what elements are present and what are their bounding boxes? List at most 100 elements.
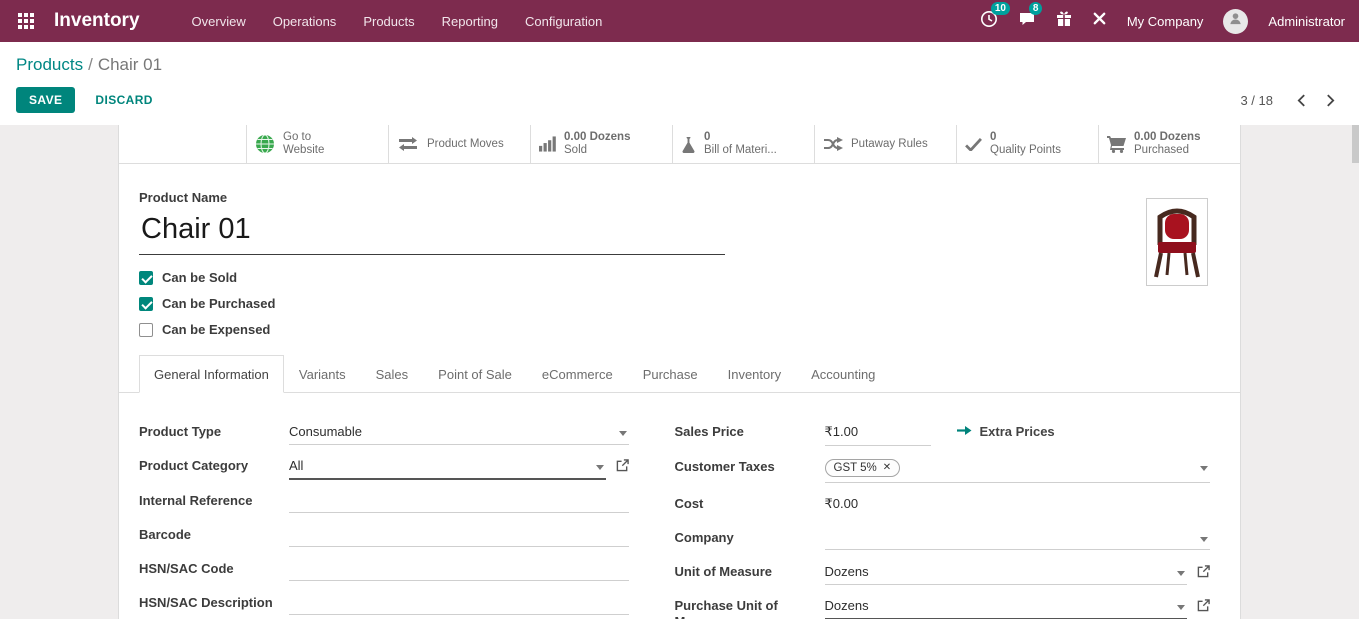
sold-stat-button[interactable]: 0.00 DozensSold: [530, 125, 672, 163]
tab-accounting[interactable]: Accounting: [796, 355, 890, 393]
product-type-select[interactable]: Consumable: [289, 421, 629, 445]
purchase-unit-of-measure-select[interactable]: Dozens: [825, 595, 1188, 619]
barcode-input[interactable]: [289, 524, 629, 547]
product-type-label: Product Type: [139, 421, 289, 440]
quality-points-button[interactable]: 0Quality Points: [956, 125, 1098, 163]
chair-image: [1151, 201, 1203, 284]
company-menu[interactable]: My Company: [1127, 14, 1204, 29]
menu-operations[interactable]: Operations: [273, 14, 337, 29]
tab-general-information[interactable]: General Information: [139, 355, 284, 393]
hsn-sac-description-input[interactable]: [289, 592, 629, 615]
tools-icon: [1092, 11, 1107, 31]
tab-variants[interactable]: Variants: [284, 355, 361, 393]
general-information-panel: Product Type Consumable Product Category…: [119, 393, 1240, 619]
menu-configuration[interactable]: Configuration: [525, 14, 602, 29]
tax-tag[interactable]: GST 5% ✕: [825, 459, 901, 477]
product-category-select[interactable]: All: [289, 455, 606, 480]
chevron-down-icon: [619, 431, 627, 436]
sales-price-input[interactable]: ₹1.00: [825, 421, 931, 446]
messages-button[interactable]: 8: [1018, 10, 1036, 33]
chevron-down-icon: [1177, 571, 1185, 576]
sales-price-label: Sales Price: [675, 421, 825, 440]
record-pager: 3 / 18: [1240, 87, 1343, 109]
internal-reference-label: Internal Reference: [139, 490, 289, 509]
product-name-label: Product Name: [139, 190, 1210, 205]
internal-reference-input[interactable]: [289, 490, 629, 513]
app-title[interactable]: Inventory: [54, 10, 140, 32]
support-tools-button[interactable]: [1092, 11, 1107, 31]
breadcrumb: Products / Chair 01: [0, 42, 1359, 77]
product-moves-button[interactable]: Product Moves: [388, 125, 530, 163]
can-be-sold-row[interactable]: Can be Sold: [139, 270, 359, 285]
breadcrumb-products-link[interactable]: Products: [16, 55, 83, 74]
apps-grid-icon[interactable]: [8, 0, 44, 42]
main-menu: Overview Operations Products Reporting C…: [192, 14, 603, 29]
pager-next-icon[interactable]: [1318, 92, 1343, 109]
control-panel: SAVE DISCARD 3 / 18: [0, 77, 1359, 125]
gift-button[interactable]: [1056, 10, 1072, 32]
user-avatar[interactable]: [1223, 9, 1248, 34]
putaway-rules-button[interactable]: Putaway Rules: [814, 125, 956, 163]
external-link-icon[interactable]: [1197, 561, 1210, 583]
cost-label: Cost: [675, 493, 825, 512]
extra-prices-link[interactable]: Extra Prices: [957, 421, 1055, 439]
remove-tag-icon[interactable]: ✕: [883, 460, 891, 476]
unit-of-measure-label: Unit of Measure: [675, 561, 825, 580]
flask-icon: [681, 136, 696, 153]
breadcrumb-separator: /: [88, 55, 93, 74]
go-to-website-button[interactable]: Go toWebsite: [246, 125, 388, 163]
company-label: Company: [675, 527, 825, 546]
tab-point-of-sale[interactable]: Point of Sale: [423, 355, 527, 393]
tab-sales[interactable]: Sales: [361, 355, 424, 393]
navbar-systray: 10 8 My Company Administrator: [980, 9, 1345, 34]
product-image[interactable]: [1146, 198, 1208, 286]
person-icon: [1228, 11, 1243, 31]
can-be-expensed-row[interactable]: Can be Expensed: [139, 322, 359, 337]
menu-products[interactable]: Products: [363, 14, 414, 29]
breadcrumb-current: Chair 01: [98, 55, 162, 74]
external-link-icon[interactable]: [616, 455, 629, 477]
product-category-label: Product Category: [139, 455, 289, 474]
unit-of-measure-select[interactable]: Dozens: [825, 561, 1188, 585]
barcode-label: Barcode: [139, 524, 289, 543]
messages-badge: 8: [1029, 2, 1043, 15]
tab-ecommerce[interactable]: eCommerce: [527, 355, 628, 393]
external-link-icon[interactable]: [1197, 595, 1210, 617]
pager-count: 3 / 18: [1240, 93, 1273, 108]
save-button[interactable]: SAVE: [16, 87, 75, 113]
hsn-sac-code-label: HSN/SAC Code: [139, 558, 289, 577]
user-menu[interactable]: Administrator: [1268, 14, 1345, 29]
exchange-icon: [397, 137, 419, 151]
menu-overview[interactable]: Overview: [192, 14, 246, 29]
product-name-input[interactable]: Chair 01: [139, 211, 725, 255]
customer-taxes-field[interactable]: GST 5% ✕: [825, 456, 1211, 483]
can-be-purchased-checkbox[interactable]: [139, 297, 153, 311]
cost-input[interactable]: ₹0.00: [825, 493, 1211, 517]
tab-purchase[interactable]: Purchase: [628, 355, 713, 393]
product-flags: Can be Sold Can be Purchased Can be Expe…: [139, 270, 1210, 337]
activities-badge: 10: [991, 2, 1010, 15]
can-be-sold-checkbox[interactable]: [139, 271, 153, 285]
purchase-unit-of-measure-label: Purchase Unit of Measure: [675, 595, 825, 619]
hsn-sac-code-input[interactable]: [289, 558, 629, 581]
activities-button[interactable]: 10: [980, 10, 998, 33]
scrollbar[interactable]: [1352, 125, 1359, 163]
tab-inventory[interactable]: Inventory: [713, 355, 796, 393]
globe-icon: [255, 134, 275, 154]
discard-button[interactable]: DISCARD: [91, 87, 156, 113]
purchased-stat-button[interactable]: 0.00 DozensPurchased: [1098, 125, 1240, 163]
menu-reporting[interactable]: Reporting: [442, 14, 498, 29]
chevron-down-icon: [1177, 605, 1185, 610]
shuffle-icon: [823, 136, 843, 152]
chevron-down-icon: [1200, 466, 1208, 471]
top-navbar: Inventory Overview Operations Products R…: [0, 0, 1359, 42]
bill-of-materials-button[interactable]: 0Bill of Materi...: [672, 125, 814, 163]
product-header-section: Product Name Chair 01 Can be Sold Can be…: [119, 164, 1240, 337]
can-be-purchased-row[interactable]: Can be Purchased: [139, 296, 359, 311]
can-be-expensed-checkbox[interactable]: [139, 323, 153, 337]
bar-chart-icon: [539, 136, 556, 152]
form-sheet: Go toWebsite Product Moves 0.00 DozensSo…: [118, 125, 1241, 619]
chevron-down-icon: [596, 465, 604, 470]
company-select[interactable]: [825, 527, 1211, 550]
pager-previous-icon[interactable]: [1289, 92, 1314, 109]
